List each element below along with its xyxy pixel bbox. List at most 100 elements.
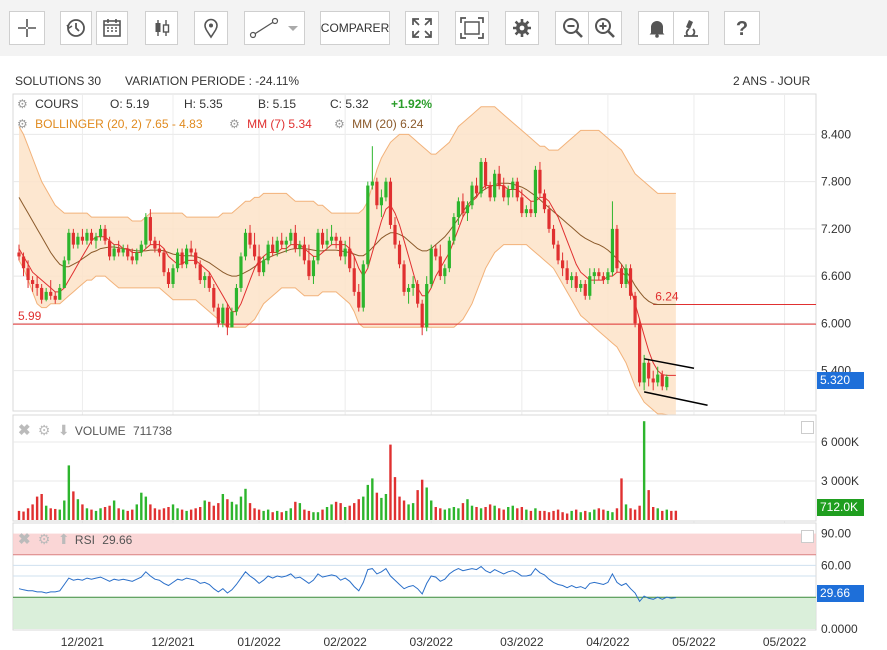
volume-bar: [611, 512, 614, 520]
candle-body: [479, 161, 483, 194]
volume-bar: [189, 509, 193, 520]
crosshair-tool-button[interactable]: [9, 11, 45, 45]
zoom-in-button[interactable]: [588, 11, 622, 45]
volume-panel-checkbox[interactable]: [801, 421, 814, 434]
gear-icon[interactable]: ⚙: [38, 422, 51, 438]
candle-body: [610, 228, 615, 273]
candle-body: [606, 272, 610, 281]
candle-body: [307, 260, 311, 277]
volume-bar: [257, 509, 261, 520]
volume-bar: [266, 509, 270, 520]
period-selector[interactable]: 2 ANS - JOUR: [733, 74, 810, 88]
gear-icon[interactable]: ⚙: [17, 97, 28, 111]
volume-bar: [49, 508, 52, 520]
candle-body: [71, 232, 75, 245]
calendar-button[interactable]: [96, 11, 128, 45]
rsi-panel-checkbox[interactable]: [801, 530, 814, 543]
candle-body: [30, 280, 35, 284]
volume-tick-label: 6 000K: [821, 435, 859, 449]
settings-button[interactable]: [505, 11, 539, 45]
candle-body: [438, 256, 442, 277]
candle-body: [257, 256, 261, 273]
date-tick-label: 03/2022: [500, 635, 544, 649]
mm20-legend[interactable]: ⚙ MM (20) 6.24: [334, 117, 423, 131]
candle-body: [139, 244, 143, 253]
candle-body: [157, 248, 162, 253]
compare-button[interactable]: COMPARER: [320, 11, 390, 45]
volume-bar: [661, 510, 664, 520]
candle-body: [579, 284, 583, 288]
volume-value: 711738: [132, 424, 173, 438]
volume-bar: [525, 509, 528, 520]
date-tick-label: 12/2021: [151, 635, 195, 649]
chart-area[interactable]: 5.996.24 8.4007.8007.2006.6006.0005.400 …: [0, 90, 887, 650]
fullscreen-button[interactable]: [405, 11, 439, 45]
volume-bar: [121, 509, 125, 520]
gear-icon[interactable]: ⚙: [17, 117, 28, 131]
close-icon[interactable]: ✖: [18, 422, 31, 439]
mm7-legend[interactable]: ⚙ MM (7) 5.34: [229, 117, 312, 131]
history-button[interactable]: [60, 11, 92, 45]
arrow-down-icon[interactable]: ⬇: [58, 422, 70, 438]
candle-body: [252, 244, 257, 257]
volume-bar: [407, 504, 410, 520]
candle-body: [108, 240, 112, 257]
volume-bar: [488, 504, 492, 520]
crosshair-icon: [16, 17, 38, 39]
cours-legend[interactable]: ⚙ COURS: [17, 97, 78, 111]
date-tick-label: 05/2022: [763, 635, 807, 649]
draw-line-button[interactable]: [244, 11, 282, 45]
price-axis: 8.4007.8007.2006.6006.0005.400: [821, 127, 851, 377]
gear-icon[interactable]: ⚙: [334, 117, 345, 131]
candle-body: [112, 248, 116, 257]
mm20-label: MM (20) 6.24: [352, 117, 424, 131]
candle-body: [207, 276, 211, 288]
candle-body: [230, 311, 234, 328]
candle-body: [366, 185, 370, 265]
candle-body: [94, 236, 98, 241]
volume-bar: [185, 510, 188, 520]
candle-body: [388, 181, 393, 225]
candle-body: [175, 252, 180, 269]
calendar-icon: [101, 17, 123, 39]
alerts-button[interactable]: [638, 11, 674, 45]
volume-bar: [416, 490, 419, 520]
volume-bar: [31, 504, 34, 520]
candle-body: [40, 287, 44, 300]
last-price-badge: 5.320: [817, 372, 864, 389]
fit-button[interactable]: [455, 11, 489, 45]
chart-type-button[interactable]: [145, 11, 178, 45]
arrow-up-icon[interactable]: ⬆: [58, 531, 70, 547]
close-icon[interactable]: ✖: [18, 531, 31, 548]
volume-bar: [638, 505, 641, 520]
draw-line-dropdown[interactable]: [281, 11, 305, 45]
volume-bar: [40, 494, 43, 520]
bollinger-legend[interactable]: ⚙ BOLLINGER (20, 2) 7.65 - 4.83: [17, 117, 203, 131]
marker-button[interactable]: [194, 11, 228, 45]
volume-bar: [393, 477, 397, 520]
candle-body: [502, 185, 506, 198]
volume-bar: [375, 492, 379, 520]
candle-body: [329, 236, 334, 241]
volume-bar: [629, 508, 632, 520]
gear-icon[interactable]: ⚙: [38, 531, 51, 547]
candle-body: [624, 268, 628, 284]
volume-bar: [153, 508, 157, 520]
volume-bar: [194, 508, 197, 520]
volume-bar: [425, 487, 428, 520]
rsi-tick-label: 60.00: [821, 558, 851, 572]
candle-body: [370, 181, 374, 186]
gear-icon: [511, 17, 533, 39]
zoom-out-button[interactable]: [555, 11, 589, 45]
candle-body: [357, 291, 361, 308]
volume-bar: [457, 508, 460, 520]
volume-bar: [76, 499, 80, 520]
volume-bar: [443, 509, 447, 520]
help-button[interactable]: ?: [724, 11, 760, 45]
volume-bar: [158, 509, 161, 520]
analysis-button[interactable]: [673, 11, 709, 45]
change-value: +1.92%: [391, 97, 433, 111]
date-tick-label: 02/2022: [323, 635, 367, 649]
gear-icon[interactable]: ⚙: [229, 117, 240, 131]
volume-bar: [199, 507, 202, 520]
